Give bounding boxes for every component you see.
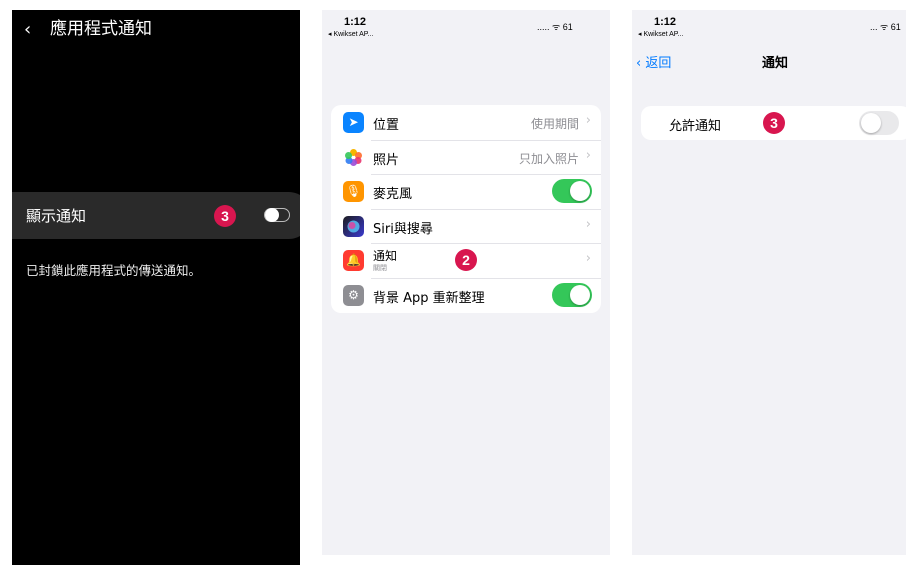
ios-notifications-screen: 1:12 ◂ Kwikset AP... ... ᯤ 61 ‹ 返回 通知 允許… bbox=[632, 10, 906, 555]
background-refresh-toggle[interactable] bbox=[552, 282, 592, 307]
item-value: 使用期間 bbox=[530, 117, 579, 131]
status-time: 1:12 bbox=[344, 16, 367, 28]
item-label: 位置 bbox=[373, 118, 400, 133]
siri-icon bbox=[343, 215, 364, 237]
list-item-notifications[interactable]: 🔔 通知 關閉 2 › bbox=[331, 243, 601, 278]
item-label: 背景 App 重新整理 bbox=[373, 290, 485, 306]
list-item-location[interactable]: ➤ 位置 使用期間 › bbox=[331, 105, 601, 140]
show-notifications-label: 顯示通知 bbox=[26, 207, 87, 225]
back-arrow-icon[interactable]: ‹ bbox=[24, 20, 31, 40]
list-item-microphone[interactable]: 🎙 麥克風 bbox=[331, 174, 601, 209]
step-badge: 3 bbox=[763, 112, 785, 134]
photos-icon bbox=[343, 147, 364, 168]
nav-back-button[interactable]: ‹ 返回 bbox=[636, 52, 671, 71]
toggle-knob bbox=[265, 207, 279, 222]
status-indicators: ... ᯤ 61 bbox=[870, 22, 901, 32]
item-value: 只加入照片 bbox=[518, 151, 579, 166]
allow-notifications-row[interactable]: 允許通知 3 bbox=[641, 106, 906, 140]
item-sublabel: 關閉 bbox=[373, 264, 387, 273]
list-item-background-refresh[interactable]: ⚙ 背景 App 重新整理 bbox=[331, 277, 601, 313]
item-label: 照片 bbox=[373, 152, 400, 168]
ios-app-settings-screen: 1:12 ◂ Kwikset AP... ..... ᯤ 61 ➤ 位置 使用期… bbox=[322, 10, 610, 555]
status-time: 1:12 bbox=[654, 16, 677, 28]
location-arrow-icon: ➤ bbox=[343, 112, 364, 133]
settings-list: ➤ 位置 使用期間 › 照片 只加入照片 › 🎙 麥克風 Siri與搜尋 › 🔔… bbox=[331, 105, 601, 313]
microphone-icon: 🎙 bbox=[343, 181, 364, 203]
status-indicators: ..... ᯤ 61 bbox=[537, 22, 573, 32]
notification-bell-icon: 🔔 bbox=[343, 250, 364, 272]
android-notification-screen: ‹ 應用程式通知 顯示通知 3 已封鎖此應用程式的傳送通知。 bbox=[12, 10, 300, 565]
chevron-right-icon: › bbox=[585, 147, 591, 163]
chevron-right-icon: › bbox=[585, 251, 591, 267]
toggle-knob bbox=[570, 181, 590, 202]
status-back-app[interactable]: ◂ Kwikset AP... bbox=[638, 30, 683, 38]
status-back-app[interactable]: ◂ Kwikset AP... bbox=[328, 30, 373, 38]
toggle-knob bbox=[861, 113, 881, 133]
item-label: 麥克風 bbox=[373, 187, 413, 203]
allow-notifications-label: 允許通知 bbox=[669, 119, 722, 134]
gear-icon: ⚙ bbox=[343, 284, 364, 306]
page-title: 通知 bbox=[762, 56, 789, 71]
item-label: 通知 bbox=[373, 249, 398, 264]
show-notifications-toggle[interactable] bbox=[264, 207, 290, 222]
item-label: Siri與搜尋 bbox=[373, 221, 433, 237]
toggle-knob bbox=[570, 284, 590, 305]
list-item-siri[interactable]: Siri與搜尋 › bbox=[331, 208, 601, 244]
microphone-toggle[interactable] bbox=[552, 179, 592, 204]
chevron-right-icon: › bbox=[585, 216, 591, 232]
allow-notifications-toggle[interactable] bbox=[859, 111, 899, 135]
step-badge: 2 bbox=[455, 249, 477, 272]
blocked-note: 已封鎖此應用程式的傳送通知。 bbox=[26, 263, 202, 278]
page-title: 應用程式通知 bbox=[50, 19, 152, 39]
step-badge: 3 bbox=[214, 205, 236, 227]
list-item-photos[interactable]: 照片 只加入照片 › bbox=[331, 139, 601, 175]
show-notifications-row[interactable]: 顯示通知 3 bbox=[12, 192, 300, 239]
chevron-right-icon: › bbox=[585, 113, 591, 128]
